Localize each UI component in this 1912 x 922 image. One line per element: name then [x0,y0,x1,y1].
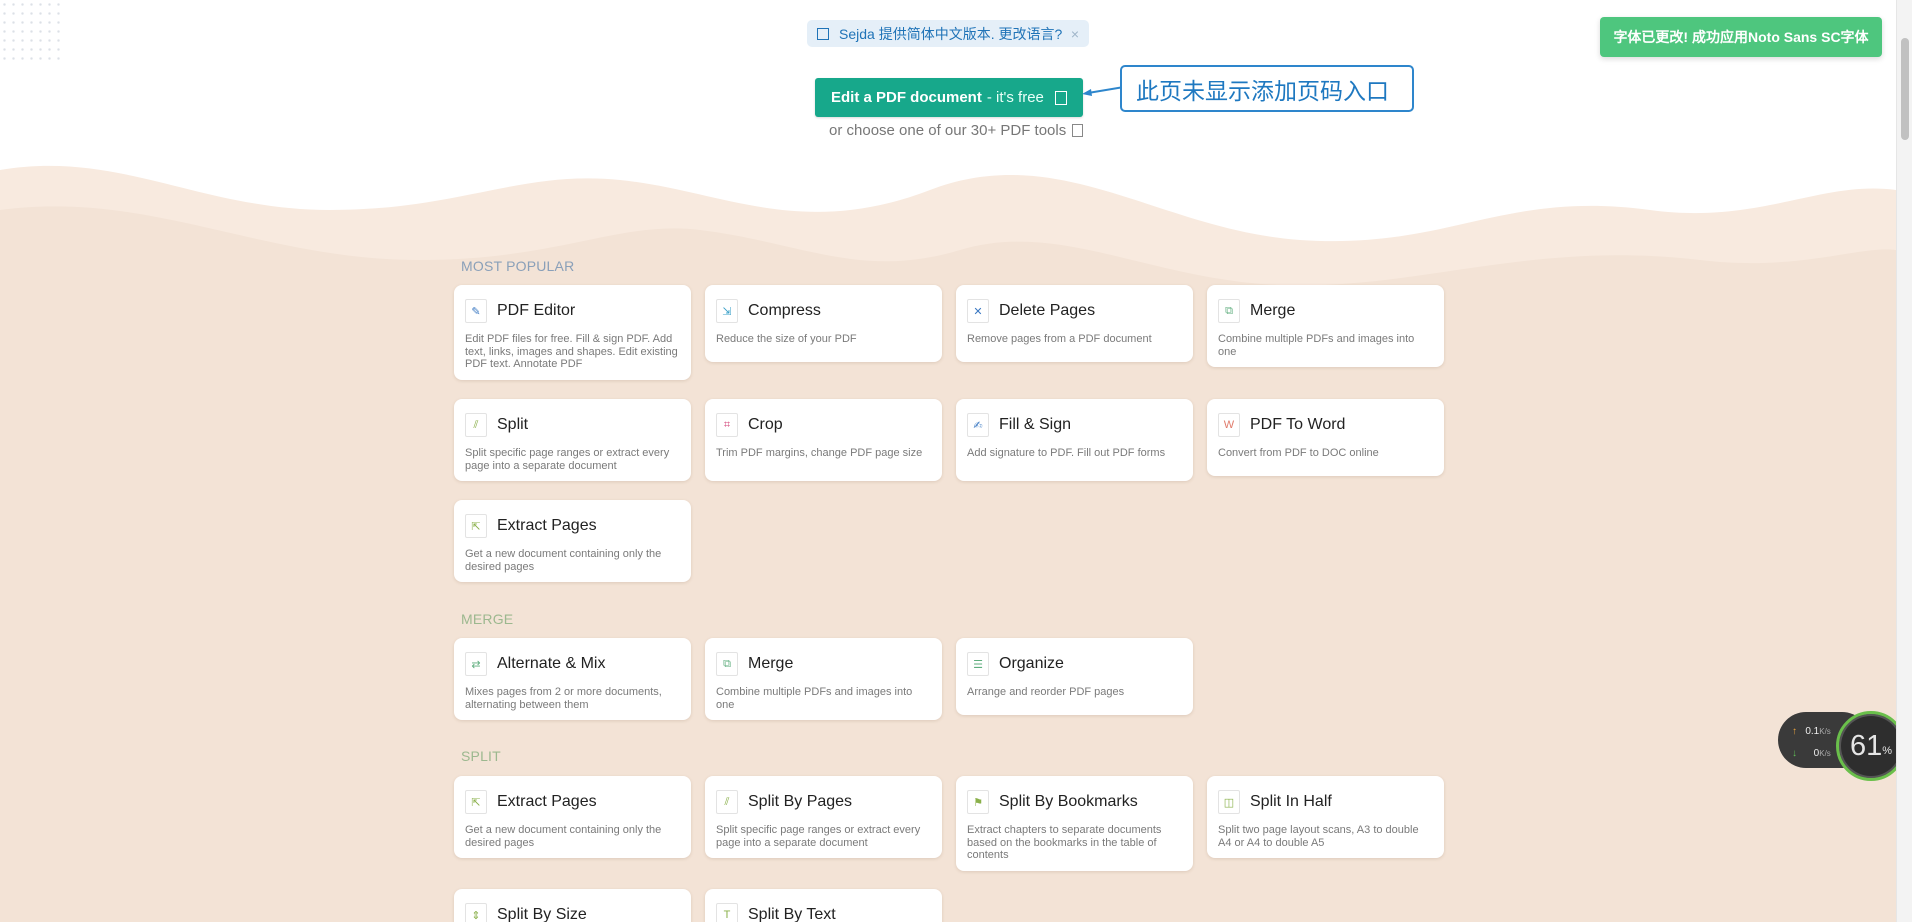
tool-card-split-by-pages[interactable]: ⫽ Split By Pages Split specific page rang… [705,776,942,858]
upload-icon [1055,90,1067,105]
tool-title: Crop [748,416,783,433]
tool-card-alternate-mix[interactable]: ⇄ Alternate & Mix Mixes pages from 2 or m… [454,638,691,720]
tool-description: Split specific page ranges or extract ev… [465,447,670,472]
bookmark-icon: ⚑ [967,790,989,814]
section-merge: MERGE [461,611,514,627]
tool-card-crop[interactable]: ⌗ Crop Trim PDF margins, change PDF page … [705,399,942,481]
compress-icon: ⇲ [716,299,738,323]
section-split: SPLIT [461,748,501,764]
tool-title: Extract Pages [497,517,597,534]
tool-description: Edit PDF files for free. Fill & sign PDF… [465,333,678,370]
vertical-scrollbar[interactable] [1896,0,1912,922]
edit-button-free: - it's free [986,89,1044,106]
tool-description: Get a new document containing only the d… [465,824,662,849]
annotation-callout: 此页未显示添加页码入口 [1120,65,1414,112]
extract-pages-icon: ⇱ [465,790,487,814]
tool-description: Combine multiple PDFs and images into on… [1218,333,1415,358]
tool-description: Convert from PDF to DOC online [1218,447,1379,459]
split-in-half-icon: ◫ [1218,790,1240,814]
extract-pages-icon: ⇱ [465,514,487,538]
tool-title: Organize [999,655,1064,672]
tool-description: Extract chapters to separate documents b… [967,824,1162,861]
tool-description: Combine multiple PDFs and images into on… [716,686,913,711]
upload-speed: ↑ 0.1K/s [1792,726,1831,737]
tool-card-pdf-to-word[interactable]: W PDF To Word Convert from PDF to DOC onl… [1207,399,1444,476]
tool-description: Split specific page ranges or extract ev… [716,824,921,849]
tool-description: Trim PDF margins, change PDF page size [716,447,923,459]
edit-button-bold: Edit a PDF document [831,89,982,106]
tool-description: Split two page layout scans, A3 to doubl… [1218,824,1419,849]
tool-description: Mixes pages from 2 or more documents, al… [465,686,662,711]
language-bar-text[interactable]: Sejda 提供简体中文版本. 更改语言? [839,24,1062,44]
pdf-editor-icon: ✎ [465,299,487,323]
tool-title: PDF To Word [1250,416,1346,433]
tool-title: Split By Pages [748,793,853,810]
tool-title: Fill & Sign [999,416,1072,433]
choose-tools-text: or choose one of our 30+ PDF tools [829,122,1067,139]
tool-card-split-by-text[interactable]: T Split By Text [705,889,942,922]
edit-pdf-button[interactable]: Edit a PDF document - it's free [815,78,1083,117]
tool-card-extract-pages-2[interactable]: ⇱ Extract Pages Get a new document contai… [454,776,691,858]
tool-title: Split By Bookmarks [999,793,1138,810]
organize-icon: ☰ [967,652,989,676]
merge-icon: ⧉ [716,652,738,676]
tool-title: PDF Editor [497,302,576,319]
tool-title: Split By Size [497,906,587,922]
tool-card-fill-sign[interactable]: ✍ Fill & Sign Add signature to PDF. Fill … [956,399,1193,481]
tool-title: Merge [748,655,794,672]
tool-card-organize[interactable]: ☰ Organize Arrange and reorder PDF pages [956,638,1193,715]
delete-pages-icon: ✕ [967,299,989,323]
tool-title: Alternate & Mix [497,655,606,672]
font-toast: 字体已更改! 成功应用Noto Sans SC字体 [1600,17,1882,57]
download-unit: K/s [1819,749,1831,758]
split-by-pages-icon: ⫽ [716,790,738,814]
close-icon[interactable]: × [1071,26,1079,42]
download-speed: ↓ 0K/s [1792,748,1831,759]
tool-card-compress[interactable]: ⇲ Compress Reduce the size of your PDF [705,285,942,362]
tool-card-merge-2[interactable]: ⧉ Merge Combine multiple PDFs and images … [705,638,942,720]
tool-card-split-by-bookmarks[interactable]: ⚑ Split By Bookmarks Extract chapters to … [956,776,1193,871]
language-icon [817,27,829,40]
tool-description: Add signature to PDF. Fill out PDF forms [967,447,1166,459]
usage-percent: 61 [1849,729,1883,762]
split-icon: ⫽ [465,413,487,437]
choose-tools-link[interactable]: or choose one of our 30+ PDF tools [829,122,1084,139]
percent-sign: % [1882,745,1893,757]
split-by-size-icon: ⇕ [465,903,487,922]
tool-title: Compress [748,302,821,319]
tool-card-pdf-editor[interactable]: ✎ PDF Editor Edit PDF files for free. Fil… [454,285,691,380]
tool-title: Delete Pages [999,302,1096,319]
alternate-mix-icon: ⇄ [465,652,487,676]
upload-value: 0.1 [1805,726,1820,737]
section-most-popular: MOST POPULAR [461,258,575,274]
pdf-to-word-icon: W [1218,413,1240,437]
fill-sign-icon: ✍ [967,413,989,437]
tool-card-split-in-half[interactable]: ◫ Split In Half Split two page layout sca… [1207,776,1444,858]
tool-description: Arrange and reorder PDF pages [967,686,1125,698]
tool-title: Split In Half [1250,793,1332,810]
tool-description: Get a new document containing only the d… [465,548,662,573]
scrollbar-thumb[interactable] [1901,38,1909,140]
tool-title: Split By Text [748,906,836,922]
tool-title: Merge [1250,302,1296,319]
tool-title: Extract Pages [497,793,597,810]
merge-icon: ⧉ [1218,299,1240,323]
callout-arrow [1082,86,1124,96]
language-bar[interactable]: Sejda 提供简体中文版本. 更改语言? × [807,20,1089,47]
upload-unit: K/s [1819,727,1831,736]
split-by-text-icon: T [716,903,738,922]
tool-description: Reduce the size of your PDF [716,333,857,345]
tool-card-extract-pages[interactable]: ⇱ Extract Pages Get a new document contai… [454,500,691,582]
chevron-down-icon [1072,124,1084,137]
tool-card-merge[interactable]: ⧉ Merge Combine multiple PDFs and images … [1207,285,1444,367]
tool-description: Remove pages from a PDF document [967,333,1152,345]
tool-card-delete-pages[interactable]: ✕ Delete Pages Remove pages from a PDF do… [956,285,1193,362]
crop-icon: ⌗ [716,413,738,437]
tool-card-split-by-size[interactable]: ⇕ Split By Size [454,889,691,922]
tool-title: Split [497,416,529,433]
tool-card-split[interactable]: ⫽ Split Split specific page ranges or ext… [454,399,691,481]
